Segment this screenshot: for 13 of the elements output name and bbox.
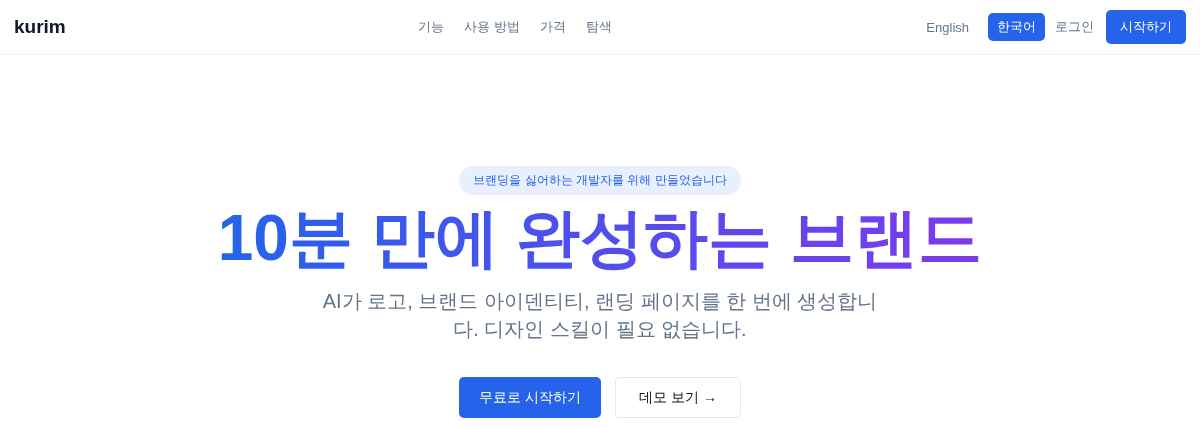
tagline-badge: 브랜딩을 싫어하는 개발자를 위해 만들었습니다 (459, 166, 741, 195)
nav-link[interactable]: 기능 (418, 18, 444, 36)
language-button[interactable]: English (917, 14, 978, 40)
language-button[interactable]: 한국어 (988, 13, 1045, 41)
free-start-button[interactable]: 무료로 시작하기 (459, 377, 601, 419)
nav-link[interactable]: 가격 (539, 18, 566, 36)
nav-link[interactable]: 사용 방법 (464, 18, 520, 36)
start-button[interactable]: 시작하기 (1106, 10, 1186, 44)
logo[interactable]: kurim (14, 16, 66, 38)
nav-link[interactable]: 탐색 (585, 18, 612, 36)
login-link[interactable]: 로그인 (1055, 18, 1094, 36)
hero-subtitle: AI가 로고, 브랜드 아이덴티티, 랜딩 페이지를 한 번에 생성합니다. 디자인 스킬이 필요 없습니다. (321, 289, 879, 343)
demo-button[interactable]: 데모 보기 → (615, 377, 741, 419)
